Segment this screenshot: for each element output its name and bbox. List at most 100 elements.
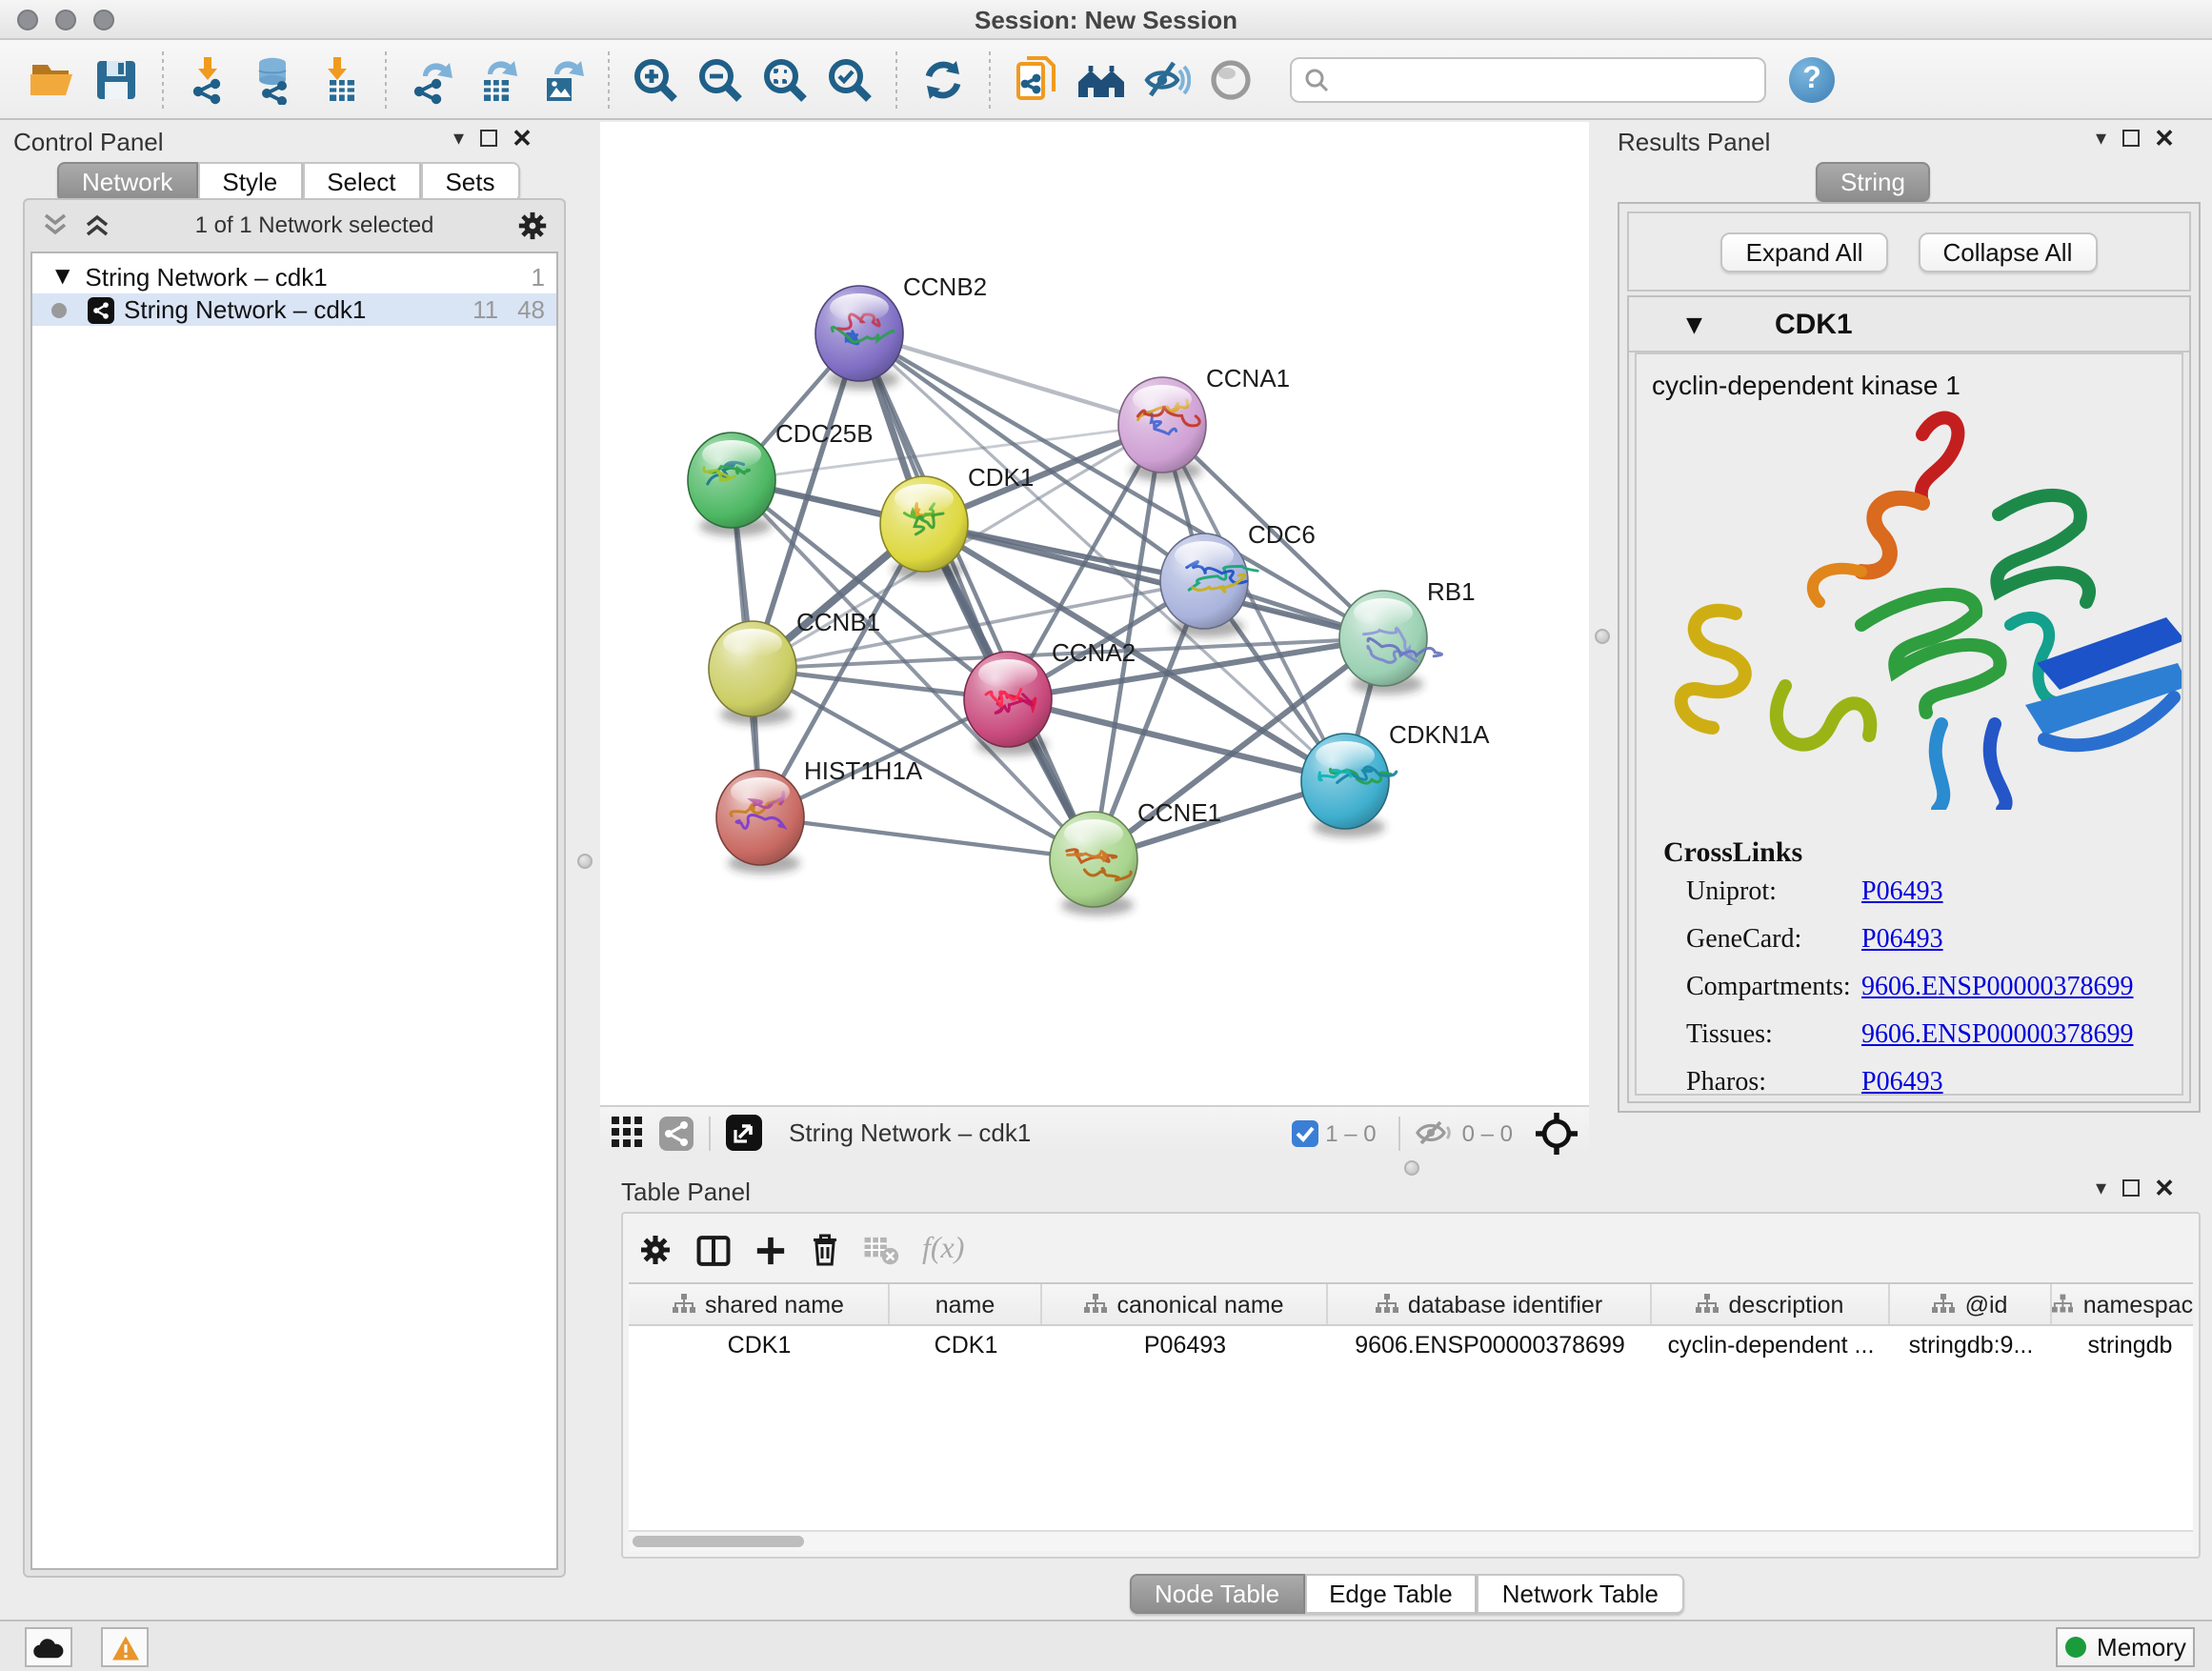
network-edge[interactable] [760,817,1094,859]
horizontal-splitter-handle[interactable] [1404,1160,1419,1176]
memory-button[interactable]: Memory [2056,1627,2195,1667]
column-header-database-identifier[interactable]: database identifier [1328,1284,1652,1324]
search-field[interactable] [1290,56,1766,102]
table-horizontal-scrollbar[interactable] [629,1530,2193,1551]
crosslink-link[interactable]: P06493 [1861,878,1943,909]
tab-style[interactable]: Style [197,162,302,202]
network-tree-root-row[interactable]: ▼ String Network – cdk1 1 [32,261,556,293]
panel-menu-icon[interactable]: ▾ [453,126,464,151]
float-panel-icon[interactable] [2122,130,2139,147]
left-splitter-handle[interactable] [577,854,593,869]
gene-symbol: CDK1 [1775,308,1853,340]
import-network-database-icon[interactable] [246,50,303,108]
crosslink-link[interactable]: 9606.ENSP00000378699 [1861,974,2133,1004]
tab-node-table[interactable]: Node Table [1130,1574,1304,1614]
expand-all-networks-icon[interactable] [82,211,112,238]
table-cell[interactable]: stringdb [2052,1326,2193,1364]
tab-network[interactable]: Network [57,162,197,202]
close-panel-icon[interactable]: ✕ [2154,130,2175,147]
detach-view-icon[interactable] [726,1115,762,1151]
tab-network-table[interactable]: Network Table [1478,1574,1683,1614]
gene-section-header[interactable]: ▼ CDK1 [1629,297,2189,352]
search-input[interactable] [1330,64,1753,94]
zoom-fit-icon[interactable] [756,50,814,108]
table-cell[interactable]: CDK1 [629,1326,890,1364]
crosslink-link[interactable]: 9606.ENSP00000378699 [1861,1021,2133,1052]
network-node-CDKN1A[interactable] [1301,734,1397,837]
tab-select[interactable]: Select [302,162,420,202]
save-session-icon[interactable] [88,50,145,108]
network-node-CDC25B[interactable] [688,433,775,536]
panel-menu-icon[interactable]: ▾ [2096,126,2106,151]
zoom-selected-icon[interactable] [821,50,878,108]
hidden-eye-icon[interactable] [1417,1118,1455,1147]
zoom-out-icon[interactable] [692,50,749,108]
network-node-CCNE1[interactable] [1050,812,1137,916]
column-header--id[interactable]: @id [1890,1284,2052,1324]
table-cell[interactable]: cyclin-dependent ... [1652,1326,1890,1364]
show-columns-icon[interactable] [695,1234,732,1266]
expand-all-button[interactable]: Expand All [1721,232,1888,272]
table-cell[interactable]: 9606.ENSP00000378699 [1328,1326,1652,1364]
column-header-name[interactable]: name [890,1284,1042,1324]
network-share-view-icon[interactable] [659,1116,694,1150]
network-node-CCNB1[interactable] [709,621,796,725]
import-table-icon[interactable] [311,50,368,108]
selected-checkbox-icon[interactable] [1291,1119,1317,1146]
network-edge[interactable] [859,333,1162,425]
open-session-icon[interactable] [23,50,80,108]
refresh-view-icon[interactable] [915,50,972,108]
share-document-icon[interactable] [1008,50,1065,108]
column-header-description[interactable]: description [1652,1284,1890,1324]
network-canvas[interactable]: CCNB2CCNA1CDC25BCDK1CDC6RB1CCNB1CCNA2CDK… [600,122,1589,1105]
hide-graphics-details-icon[interactable] [1137,50,1195,108]
delete-column-icon[interactable] [810,1233,840,1267]
zoom-in-icon[interactable] [627,50,684,108]
export-network-icon[interactable] [404,50,461,108]
float-panel-icon[interactable] [479,130,496,147]
table-options-gear-icon[interactable] [638,1233,673,1267]
fit-selected-crosshair-icon[interactable] [1536,1112,1578,1154]
table-cell[interactable]: CDK1 [890,1326,1042,1364]
network-node-CDK1[interactable] [880,476,968,580]
column-header-namespace[interactable]: namespace [2052,1284,2193,1324]
cloud-status-button[interactable] [25,1627,72,1667]
network-node-CCNA1[interactable] [1118,377,1206,481]
float-panel-icon[interactable] [2122,1179,2139,1197]
toolbar-separator [162,50,164,108]
right-splitter-handle[interactable] [1595,629,1610,644]
help-icon[interactable]: ? [1789,56,1835,102]
home-icon[interactable] [1073,50,1130,108]
collapse-section-icon[interactable]: ▼ [1686,312,1702,336]
table-row[interactable]: CDK1CDK1P064939606.ENSP00000378699cyclin… [629,1326,2193,1364]
column-header-shared-name[interactable]: shared name [629,1284,890,1324]
tree-expand-icon[interactable]: ▼ [55,267,70,288]
crosslink-link[interactable]: P06493 [1861,1069,1943,1096]
network-node-CCNB2[interactable] [815,286,903,390]
grid-view-icon[interactable] [612,1117,644,1149]
crosslink-link[interactable]: P06493 [1861,926,1943,956]
birdseye-view-icon[interactable] [1202,50,1259,108]
tab-edge-table[interactable]: Edge Table [1304,1574,1478,1614]
scrollbar-thumb[interactable] [633,1536,804,1547]
network-node-HIST1H1A[interactable] [716,770,804,874]
export-image-icon[interactable] [533,50,591,108]
table-cell[interactable]: stringdb:9... [1890,1326,2052,1364]
tab-sets[interactable]: Sets [420,162,519,202]
import-network-file-icon[interactable] [181,50,238,108]
export-table-icon[interactable] [469,50,526,108]
warnings-button[interactable] [101,1627,149,1667]
collapse-all-networks-icon[interactable] [40,211,70,238]
add-column-icon[interactable] [754,1234,787,1266]
table-cell[interactable]: P06493 [1042,1326,1328,1364]
network-node-CDC6[interactable] [1160,534,1257,637]
network-node-RB1[interactable] [1339,591,1442,695]
column-header-canonical-name[interactable]: canonical name [1042,1284,1328,1324]
panel-menu-icon[interactable]: ▾ [2096,1176,2106,1200]
collapse-all-button[interactable]: Collapse All [1919,232,2098,272]
network-options-gear-icon[interactable] [516,209,549,241]
network-tree-item-row[interactable]: String Network – cdk1 11 48 [32,293,556,326]
tab-string[interactable]: String [1816,162,1930,202]
close-panel-icon[interactable]: ✕ [2154,1179,2175,1197]
close-panel-icon[interactable]: ✕ [512,130,533,147]
